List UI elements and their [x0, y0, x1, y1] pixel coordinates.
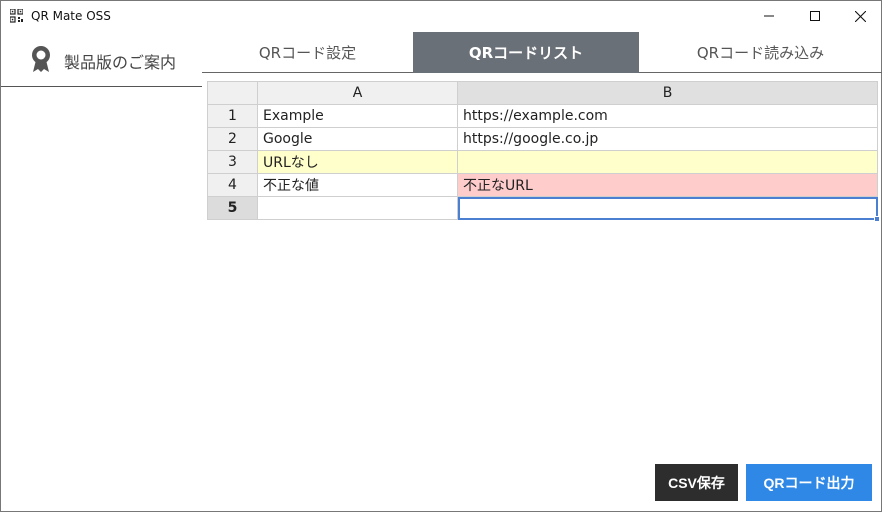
- column-header-b[interactable]: B: [457, 81, 878, 105]
- grid-cell-b[interactable]: [457, 150, 878, 174]
- fill-handle[interactable]: [874, 216, 880, 222]
- table-row: 1 Example https://example.com: [207, 104, 878, 128]
- tab-qr-read[interactable]: QRコード読み込み: [639, 32, 882, 73]
- table-row: 4 不正な値 不正なURL: [207, 173, 878, 197]
- table-row: 5: [207, 196, 880, 222]
- table-row: 3 URLなし: [207, 150, 878, 174]
- grid-cell-a[interactable]: URLなし: [257, 150, 458, 174]
- product-info-label: 製品版のご案内: [64, 53, 177, 72]
- grid-cell-a[interactable]: [257, 196, 458, 220]
- tab-bar: QRコード設定 QRコードリスト QRコード読み込み: [202, 32, 882, 73]
- product-info-link[interactable]: 製品版のご案内: [1, 32, 202, 87]
- tab-qr-settings[interactable]: QRコード設定: [202, 32, 413, 73]
- qr-list-grid: A B 1 Example https://example.com 2 Goog…: [207, 81, 880, 222]
- close-button[interactable]: [837, 1, 882, 31]
- row-header[interactable]: 4: [207, 173, 258, 197]
- maximize-button[interactable]: [792, 1, 838, 31]
- qr-output-button[interactable]: QRコード出力: [746, 464, 872, 501]
- row-header[interactable]: 2: [207, 127, 258, 151]
- minimize-button[interactable]: [746, 1, 792, 31]
- table-row: 2 Google https://google.co.jp: [207, 127, 878, 151]
- grid-cell-b[interactable]: https://example.com: [457, 104, 878, 128]
- qr-code-icon: [10, 9, 23, 23]
- award-ribbon-icon: [32, 46, 50, 72]
- app-window: QR Mate OSS 製品版のご案内 QRコード設定 QRコードリスト QRコ…: [0, 0, 882, 512]
- minimize-icon: [764, 15, 774, 17]
- grid-cell-b[interactable]: 不正なURL: [457, 173, 878, 197]
- column-header-a[interactable]: A: [257, 81, 458, 105]
- row-header[interactable]: 3: [207, 150, 258, 174]
- grid-corner[interactable]: [207, 81, 258, 105]
- csv-save-button[interactable]: CSV保存: [655, 464, 738, 501]
- title-bar[interactable]: QR Mate OSS: [1, 1, 881, 31]
- window-title: QR Mate OSS: [31, 9, 111, 23]
- grid-cell-b[interactable]: https://google.co.jp: [457, 127, 878, 151]
- row-header[interactable]: 1: [207, 104, 258, 128]
- grid-cell-a[interactable]: 不正な値: [257, 173, 458, 197]
- grid-cell-a[interactable]: Google: [257, 127, 458, 151]
- tab-qr-list[interactable]: QRコードリスト: [413, 32, 639, 73]
- maximize-icon: [810, 11, 820, 21]
- grid-cell-b-selected[interactable]: [457, 196, 880, 222]
- grid-cell-a[interactable]: Example: [257, 104, 458, 128]
- row-header[interactable]: 5: [207, 196, 258, 220]
- close-icon: [854, 10, 866, 22]
